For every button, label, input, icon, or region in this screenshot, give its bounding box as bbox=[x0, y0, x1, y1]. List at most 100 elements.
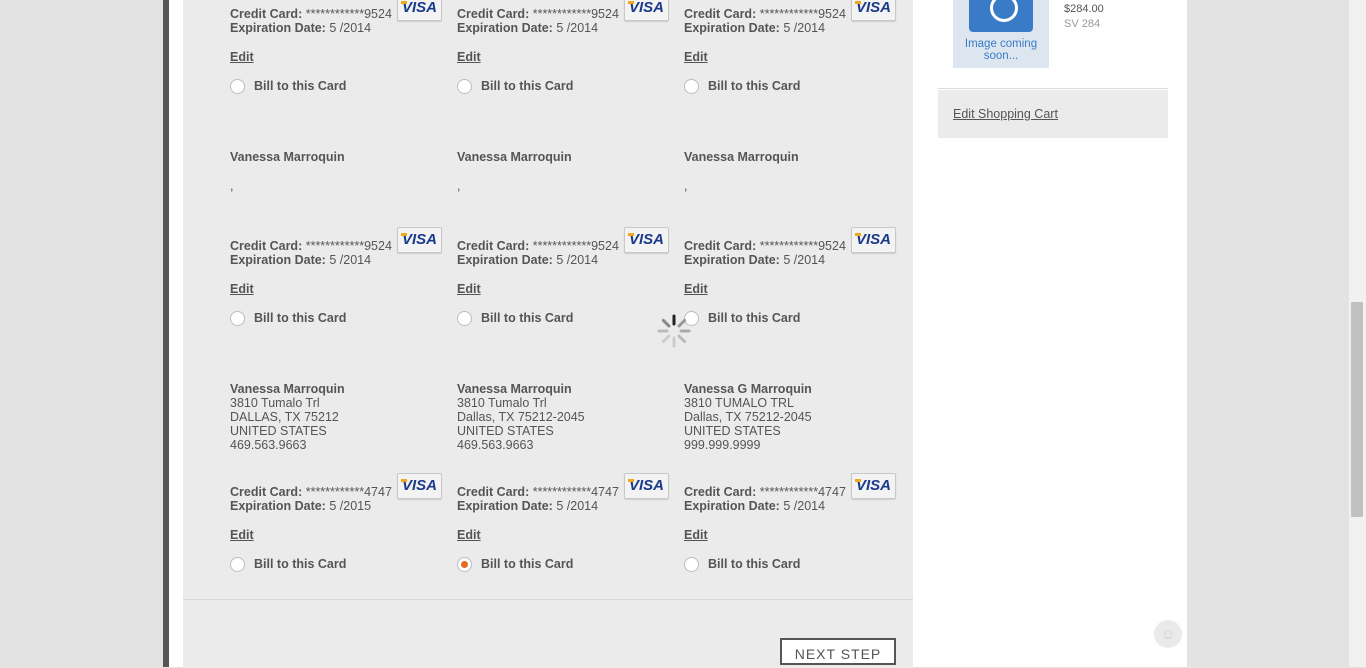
bill-to-card-radio[interactable] bbox=[684, 557, 699, 572]
edit-card-link[interactable]: Edit bbox=[230, 282, 254, 296]
expiration-label: Expiration Date: bbox=[457, 253, 553, 267]
credit-card-line: Credit Card: ************4747 bbox=[457, 485, 619, 499]
credit-card-number: ************9524 bbox=[759, 239, 846, 253]
credit-card-label: Credit Card: bbox=[457, 485, 530, 499]
bill-to-card-radio[interactable] bbox=[230, 79, 245, 94]
address-line: Dallas, TX 75212-2045 bbox=[457, 410, 585, 424]
expiration-line: Expiration Date: 5 /2014 bbox=[230, 253, 371, 267]
credit-card-label: Credit Card: bbox=[684, 239, 757, 253]
edit-card-link[interactable]: Edit bbox=[457, 528, 481, 542]
next-step-button[interactable]: NEXT STEP bbox=[780, 638, 896, 665]
expiration-value: 5 /2014 bbox=[556, 21, 599, 35]
expiration-value: 5 /2014 bbox=[556, 253, 599, 267]
bill-to-card-radio[interactable] bbox=[457, 79, 472, 94]
address-line: DALLAS, TX 75212 bbox=[230, 410, 339, 424]
bill-to-card-label: Bill to this Card bbox=[708, 557, 801, 571]
credit-card-line: Credit Card: ************4747 bbox=[230, 485, 392, 499]
credit-card-label: Credit Card: bbox=[230, 7, 303, 21]
bill-to-card-option[interactable]: Bill to this Card bbox=[230, 557, 430, 573]
bill-to-card-radio[interactable] bbox=[457, 557, 472, 572]
bill-to-card-option[interactable]: Bill to this Card bbox=[230, 79, 430, 95]
visa-logo-icon: VISA bbox=[851, 473, 896, 499]
expiration-label: Expiration Date: bbox=[230, 253, 326, 267]
cardholder-name: Vanessa Marroquin bbox=[230, 382, 345, 396]
expiration-line: Expiration Date: 5 /2014 bbox=[684, 21, 825, 35]
credit-card-label: Credit Card: bbox=[230, 485, 303, 499]
expiration-value: 5 /2014 bbox=[783, 499, 826, 513]
expiration-line: Expiration Date: 5 /2015 bbox=[230, 499, 371, 513]
edit-shopping-cart-link[interactable]: Edit Shopping Cart bbox=[953, 107, 1058, 121]
bill-to-card-option[interactable]: Bill to this Card bbox=[684, 557, 884, 573]
credit-card-number: ************9524 bbox=[305, 7, 392, 21]
address-line: UNITED STATES bbox=[230, 424, 327, 438]
visa-logo-icon: VISA bbox=[397, 0, 442, 21]
visa-logo-icon: VISA bbox=[397, 473, 442, 499]
bill-to-card-option[interactable]: Bill to this Card bbox=[457, 311, 657, 327]
address-line: 3810 TUMALO TRL bbox=[684, 396, 795, 410]
bill-to-card-option[interactable]: Bill to this Card bbox=[457, 557, 657, 573]
expiration-label: Expiration Date: bbox=[684, 253, 780, 267]
cardholder-name: Vanessa Marroquin bbox=[230, 150, 345, 164]
bill-to-card-option[interactable]: Bill to this Card bbox=[684, 311, 884, 327]
expiration-line: Expiration Date: 5 /2014 bbox=[457, 21, 598, 35]
loading-spinner-icon bbox=[657, 314, 691, 348]
edit-card-link[interactable]: Edit bbox=[457, 50, 481, 64]
credit-card-line: Credit Card: ************9524 bbox=[457, 7, 619, 21]
expiration-label: Expiration Date: bbox=[457, 21, 553, 35]
credit-card-label: Credit Card: bbox=[684, 7, 757, 21]
credit-card-label: Credit Card: bbox=[457, 7, 530, 21]
expiration-value: 5 /2015 bbox=[329, 499, 372, 513]
address-line: 469.563.9663 bbox=[457, 438, 534, 452]
credit-card-line: Credit Card: ************9524 bbox=[230, 239, 392, 253]
expiration-line: Expiration Date: 5 /2014 bbox=[230, 21, 371, 35]
edit-card-link[interactable]: Edit bbox=[230, 528, 254, 542]
credit-card-line: Credit Card: ************9524 bbox=[230, 7, 392, 21]
credit-card-number: ************4747 bbox=[759, 485, 846, 499]
bill-to-card-label: Bill to this Card bbox=[254, 557, 347, 571]
product-sv: SV 284 bbox=[1064, 18, 1101, 30]
address-line: , bbox=[457, 179, 461, 193]
cardholder-name: Vanessa Marroquin bbox=[684, 150, 799, 164]
bill-to-card-label: Bill to this Card bbox=[254, 79, 347, 93]
bill-to-card-option[interactable]: Bill to this Card bbox=[230, 311, 430, 327]
expiration-line: Expiration Date: 5 /2014 bbox=[684, 253, 825, 267]
edit-card-link[interactable]: Edit bbox=[684, 50, 708, 64]
bill-to-card-radio[interactable] bbox=[230, 557, 245, 572]
credit-card-label: Credit Card: bbox=[684, 485, 757, 499]
bill-to-card-radio[interactable] bbox=[684, 79, 699, 94]
expiration-value: 5 /2014 bbox=[783, 21, 826, 35]
expiration-line: Expiration Date: 5 /2014 bbox=[457, 499, 598, 513]
credit-card-number: ************4747 bbox=[305, 485, 392, 499]
bill-to-card-option[interactable]: Bill to this Card bbox=[457, 79, 657, 95]
cardholder-name: Vanessa Marroquin bbox=[457, 382, 572, 396]
visa-logo-icon: VISA bbox=[624, 0, 669, 21]
visa-logo-icon: VISA bbox=[851, 227, 896, 253]
credit-card-line: Credit Card: ************9524 bbox=[684, 239, 846, 253]
expiration-line: Expiration Date: 5 /2014 bbox=[457, 253, 598, 267]
credit-card-number: ************9524 bbox=[305, 239, 392, 253]
credit-card-number: ************9524 bbox=[759, 7, 846, 21]
expiration-value: 5 /2014 bbox=[556, 499, 599, 513]
image-coming-soon-text: Image coming soon... bbox=[964, 38, 1038, 62]
credit-card-label: Credit Card: bbox=[230, 239, 303, 253]
edit-card-link[interactable]: Edit bbox=[684, 282, 708, 296]
bill-to-card-label: Bill to this Card bbox=[254, 311, 347, 325]
cardholder-name: Vanessa G Marroquin bbox=[684, 382, 812, 396]
edit-card-link[interactable]: Edit bbox=[684, 528, 708, 542]
address-line: 469.563.9663 bbox=[230, 438, 307, 452]
credit-card-number: ************9524 bbox=[532, 7, 619, 21]
chat-icon[interactable]: ☺ bbox=[1154, 620, 1182, 648]
scrollbar-thumb[interactable] bbox=[1351, 302, 1363, 517]
edit-card-link[interactable]: Edit bbox=[230, 50, 254, 64]
address-line: Dallas, TX 75212-2045 bbox=[684, 410, 812, 424]
bill-to-card-radio[interactable] bbox=[230, 311, 245, 326]
edit-card-link[interactable]: Edit bbox=[457, 282, 481, 296]
visa-logo-icon: VISA bbox=[624, 473, 669, 499]
address-line: 3810 Tumalo Trl bbox=[230, 396, 320, 410]
bill-to-card-label: Bill to this Card bbox=[481, 79, 574, 93]
bill-to-card-radio[interactable] bbox=[457, 311, 472, 326]
credit-card-line: Credit Card: ************9524 bbox=[684, 7, 846, 21]
bill-to-card-option[interactable]: Bill to this Card bbox=[684, 79, 884, 95]
address-line: UNITED STATES bbox=[457, 424, 554, 438]
address-line: , bbox=[684, 179, 688, 193]
